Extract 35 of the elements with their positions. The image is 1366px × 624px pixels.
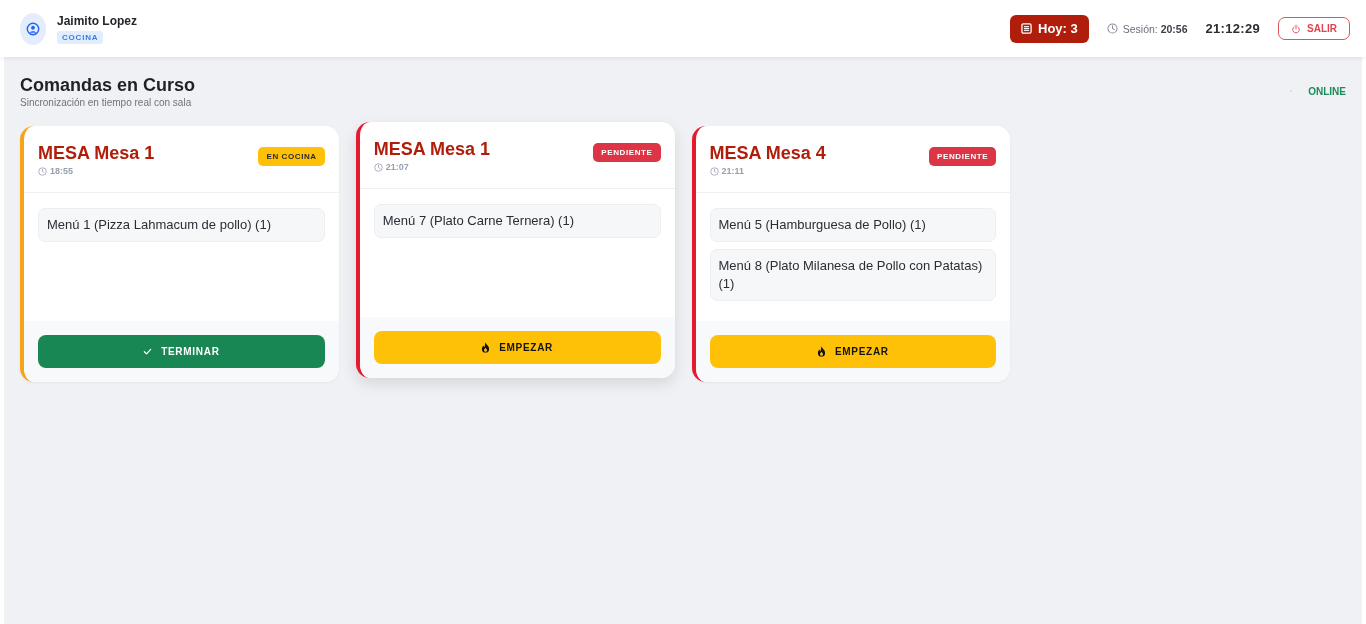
- table-title: MESA Mesa 4: [709, 142, 826, 164]
- order-item: Menú 5 (Hamburguesa de Pollo) (1): [709, 208, 997, 242]
- page-subtitle: Sincronización en tiempo real con sala: [20, 97, 193, 108]
- current-time: 21:12:29: [1205, 21, 1260, 36]
- flame-icon: [816, 346, 826, 357]
- status-badge: EN COCINA: [258, 147, 325, 166]
- today-orders-button[interactable]: Hoy: 3: [1010, 14, 1089, 43]
- action-button[interactable]: EMPEZAR: [373, 331, 661, 364]
- session-time: Sesión: 20:56: [1122, 22, 1188, 35]
- action-button[interactable]: TERMINAR: [38, 335, 325, 368]
- order-time: 21:07: [385, 162, 409, 172]
- logout-button[interactable]: SALIR: [1278, 17, 1350, 40]
- table-title: MESA Mesa 1: [373, 138, 491, 160]
- clock-icon: [1106, 23, 1118, 34]
- clock-icon: [38, 166, 47, 176]
- status-badge: PENDIENTE: [929, 147, 997, 166]
- user-avatar-icon: [20, 12, 46, 45]
- flame-icon: [481, 342, 491, 353]
- check-icon: [143, 347, 153, 356]
- clock-icon: [709, 166, 719, 176]
- list-icon: [1021, 23, 1032, 34]
- order-time: 18:55: [50, 166, 74, 176]
- order-time: 21:11: [721, 166, 745, 176]
- user-name: Jaimito Lopez: [57, 13, 137, 28]
- status-badge: PENDIENTE: [593, 143, 661, 162]
- action-button[interactable]: EMPEZAR: [709, 335, 997, 368]
- power-icon: [1291, 23, 1301, 34]
- role-badge: COCINA: [57, 30, 104, 44]
- page-title: Comandas en Curso: [20, 74, 196, 96]
- connection-status: ONLINE: [1308, 85, 1346, 97]
- order-item: Menú 8 (Plato Milanesa de Pollo con Patatas) (1): [709, 249, 997, 301]
- table-title: MESA Mesa 1: [38, 142, 155, 164]
- order-item: Menú 1 (Pizza Lahmacum de pollo) (1): [38, 208, 325, 242]
- order-item: Menú 7 (Plato Carne Ternera) (1): [373, 204, 661, 238]
- clock-icon: [373, 162, 383, 172]
